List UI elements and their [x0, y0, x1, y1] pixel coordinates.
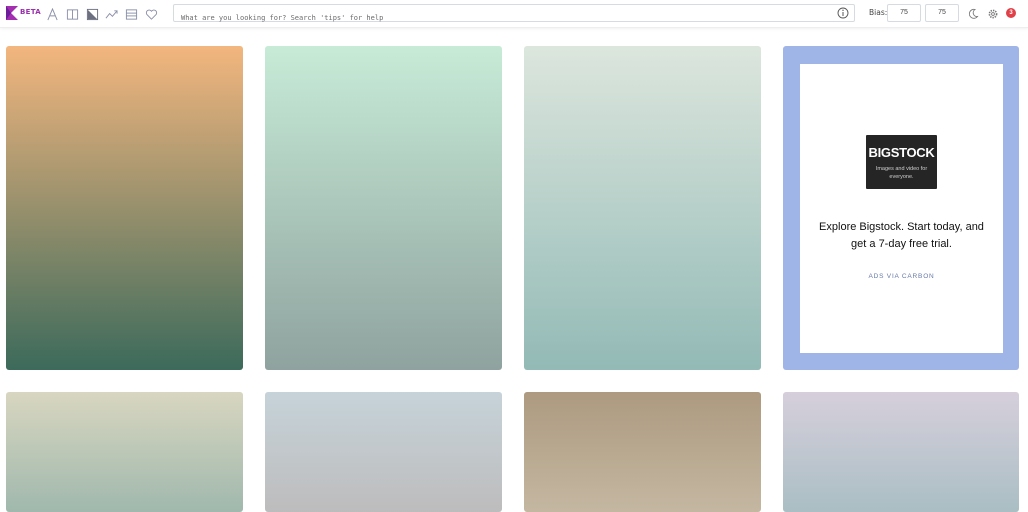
- ad-brand-tagline: Images and video for everyone.: [875, 166, 928, 180]
- ad-brand: BIGSTOCK: [868, 145, 935, 160]
- layout-icon[interactable]: [124, 7, 138, 21]
- top-bar: BETA Bias: 75 75 3: [0, 0, 1028, 28]
- logo-icon[interactable]: [6, 6, 18, 20]
- image-icon[interactable]: [85, 7, 99, 21]
- search-bar: [173, 4, 855, 26]
- shuffle-icon[interactable]: [104, 7, 118, 21]
- gradient-card-7[interactable]: [783, 392, 1019, 512]
- search-input[interactable]: [174, 10, 824, 26]
- moon-icon[interactable]: [967, 8, 979, 20]
- gradient-card-2[interactable]: [265, 46, 502, 370]
- font-icon[interactable]: [45, 7, 59, 21]
- gradient-card-4[interactable]: [6, 392, 243, 512]
- gradient-card-1[interactable]: [6, 46, 243, 370]
- notification-badge[interactable]: 3: [1006, 8, 1016, 18]
- ads-via-carbon-link[interactable]: ADS VIA CARBON: [800, 273, 1003, 280]
- bias-input-1[interactable]: 75: [887, 4, 921, 22]
- gear-icon[interactable]: [987, 8, 999, 20]
- gradient-card-5[interactable]: [265, 392, 502, 512]
- ad-content: BIGSTOCK Images and video for everyone. …: [800, 64, 1003, 353]
- carbon-ad: BIGSTOCK Images and video for everyone. …: [783, 46, 1019, 370]
- columns-icon[interactable]: [65, 7, 79, 21]
- bias-input-2[interactable]: 75: [925, 4, 959, 22]
- gradient-card-6[interactable]: [524, 392, 761, 512]
- beta-label: BETA: [20, 8, 41, 16]
- ad-text[interactable]: Explore Bigstock. Start today, and get a…: [810, 219, 993, 253]
- heart-icon[interactable]: [144, 7, 158, 21]
- info-icon[interactable]: [837, 7, 849, 19]
- bias-label: Bias:: [869, 8, 888, 17]
- gradient-card-3[interactable]: [524, 46, 761, 370]
- bigstock-logo[interactable]: BIGSTOCK Images and video for everyone.: [866, 135, 937, 189]
